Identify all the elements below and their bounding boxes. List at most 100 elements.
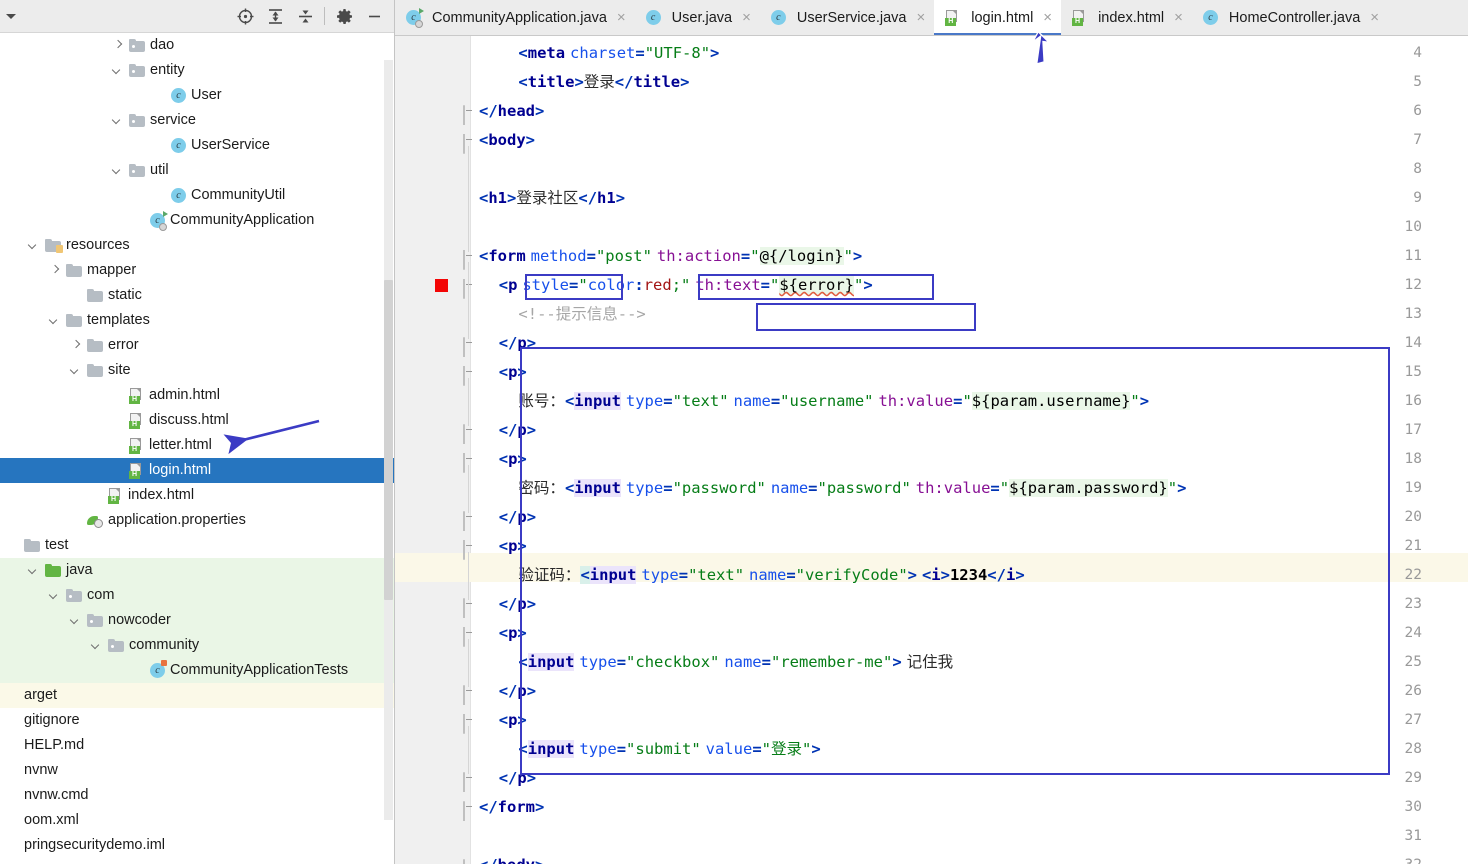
chevron-down-icon[interactable] — [92, 640, 103, 651]
tree-item-gitignore[interactable]: gitignore — [0, 708, 394, 733]
code-editor[interactable]: 4 5 6 7 8 9 10 11 12 13 14 15 16 17 18 19 20 21 22 23 24 25 26… — [395, 36, 1468, 864]
fold-toggle-icon[interactable] — [463, 366, 474, 386]
tree-item-site[interactable]: site — [0, 358, 394, 383]
project-tree[interactable]: dao entity c User service c UserService util c Co… — [0, 33, 394, 864]
tab-userservice-java[interactable]: c UserService.java × — [760, 0, 934, 35]
chevron-right-icon[interactable] — [71, 340, 82, 351]
fold-toggle-icon[interactable] — [463, 105, 474, 125]
tree-item-user[interactable]: c User — [0, 83, 394, 108]
code-line-23[interactable]: </p> — [479, 590, 1468, 619]
code-line-30[interactable]: </form> — [479, 793, 1468, 822]
tree-item-resources[interactable]: resources — [0, 233, 394, 258]
code-line-24[interactable]: <p> — [479, 619, 1468, 648]
tree-item-test[interactable]: test — [0, 533, 394, 558]
code-line-8[interactable] — [479, 155, 1468, 184]
sidebar-scrollbar-thumb[interactable] — [384, 280, 393, 600]
code-line-7[interactable]: <body> — [479, 126, 1468, 155]
locate-icon[interactable] — [230, 0, 260, 33]
code-line-9[interactable]: <h1>登录社区</h1> — [479, 184, 1468, 213]
tree-item-login-html[interactable]: Hlogin.html — [0, 458, 394, 483]
tree-item-community[interactable]: community — [0, 633, 394, 658]
tree-item-letter-html[interactable]: Hletter.html — [0, 433, 394, 458]
close-icon[interactable]: × — [742, 10, 751, 25]
tree-item-service[interactable]: service — [0, 108, 394, 133]
fold-toggle-icon[interactable] — [463, 627, 474, 647]
tree-item-communityapplication[interactable]: c CommunityApplication — [0, 208, 394, 233]
fold-toggle-icon[interactable] — [463, 424, 474, 444]
chevron-down-icon[interactable] — [113, 65, 124, 76]
chevron-right-icon[interactable] — [50, 265, 61, 276]
tree-item-com[interactable]: com — [0, 583, 394, 608]
code-line-28[interactable]: <input type="submit" value="登录"> — [479, 735, 1468, 764]
tree-item-static[interactable]: static — [0, 283, 394, 308]
code-line-15[interactable]: <p> — [479, 358, 1468, 387]
tree-item-communityutil[interactable]: c CommunityUtil — [0, 183, 394, 208]
code-line-4[interactable]: <meta charset="UTF-8"> — [479, 39, 1468, 68]
fold-toggle-icon[interactable] — [463, 685, 474, 705]
tree-item-mapper[interactable]: mapper — [0, 258, 394, 283]
chevron-down-icon[interactable] — [50, 590, 61, 601]
settings-gear-icon[interactable] — [329, 0, 359, 33]
code-line-12[interactable]: <p style="color:red;" th:text="${error}"… — [479, 271, 1468, 300]
code-line-20[interactable]: </p> — [479, 503, 1468, 532]
code-line-22[interactable]: 验证码：<input type="text" name="verifyCode"… — [479, 561, 1468, 590]
tree-item-templates[interactable]: templates — [0, 308, 394, 333]
tree-item-index-html[interactable]: Hindex.html — [0, 483, 394, 508]
close-icon[interactable]: × — [916, 10, 925, 25]
tree-item-entity[interactable]: entity — [0, 58, 394, 83]
tree-item-error[interactable]: error — [0, 333, 394, 358]
code-line-14[interactable]: </p> — [479, 329, 1468, 358]
tree-item-java[interactable]: java — [0, 558, 394, 583]
tree-item-nowcoder[interactable]: nowcoder — [0, 608, 394, 633]
editor-tab-bar[interactable]: c CommunityApplication.java × c User.java × c U… — [395, 0, 1468, 36]
tab-index-html[interactable]: Hindex.html × — [1061, 0, 1192, 35]
tree-item-application-properties[interactable]: application.properties — [0, 508, 394, 533]
code-line-6[interactable]: </head> — [479, 97, 1468, 126]
chevron-down-icon[interactable] — [29, 240, 40, 251]
chevron-down-icon[interactable] — [6, 13, 17, 19]
code-line-5[interactable]: <title>登录</title> — [479, 68, 1468, 97]
close-icon[interactable]: × — [1043, 10, 1052, 25]
close-icon[interactable]: × — [617, 10, 626, 25]
chevron-down-icon[interactable] — [113, 115, 124, 126]
tree-item-nvnw[interactable]: nvnw — [0, 758, 394, 783]
tab-login-html[interactable]: Hlogin.html × — [934, 0, 1062, 35]
code-line-10[interactable] — [479, 213, 1468, 242]
chevron-down-icon[interactable] — [71, 615, 82, 626]
tree-item-nvnw-cmd[interactable]: nvnw.cmd — [0, 783, 394, 808]
fold-toggle-icon[interactable] — [463, 801, 474, 821]
code-line-32[interactable]: </body> — [479, 851, 1468, 864]
tree-item-oom-xml[interactable]: oom.xml — [0, 808, 394, 833]
code-line-26[interactable]: </p> — [479, 677, 1468, 706]
fold-toggle-icon[interactable] — [463, 337, 474, 357]
fold-toggle-icon[interactable] — [463, 250, 474, 270]
close-icon[interactable]: × — [1174, 10, 1183, 25]
close-icon[interactable]: × — [1370, 10, 1379, 25]
code-line-19[interactable]: 密码：<input type="password" name="password… — [479, 474, 1468, 503]
tree-item-discuss-html[interactable]: Hdiscuss.html — [0, 408, 394, 433]
code-line-25[interactable]: <input type="checkbox" name="remember-me… — [479, 648, 1468, 677]
tree-item-dao[interactable]: dao — [0, 33, 394, 58]
chevron-down-icon[interactable] — [50, 315, 61, 326]
tab-communityapplication-java[interactable]: c CommunityApplication.java × — [395, 0, 635, 35]
tab-user-java[interactable]: c User.java × — [635, 0, 760, 35]
fold-toggle-icon[interactable] — [463, 714, 474, 734]
code-line-11[interactable]: <form method="post" th:action="@{/login}… — [479, 242, 1468, 271]
fold-toggle-icon[interactable] — [463, 598, 474, 618]
tree-item-arget[interactable]: arget — [0, 683, 394, 708]
chevron-down-icon[interactable] — [71, 365, 82, 376]
code-line-18[interactable]: <p> — [479, 445, 1468, 474]
code-line-17[interactable]: </p> — [479, 416, 1468, 445]
tree-item-help-md[interactable]: HELP.md — [0, 733, 394, 758]
fold-toggle-icon[interactable] — [463, 772, 474, 792]
code-line-16[interactable]: 账号：<input type="text" name="username" th… — [479, 387, 1468, 416]
fold-toggle-icon[interactable] — [463, 859, 474, 864]
fold-toggle-icon[interactable] — [463, 134, 474, 154]
minimize-icon[interactable] — [359, 0, 389, 33]
tree-item-admin-html[interactable]: Hadmin.html — [0, 383, 394, 408]
tree-item-pringsecuritydemo-iml[interactable]: pringsecuritydemo.iml — [0, 833, 394, 858]
code-line-29[interactable]: </p> — [479, 764, 1468, 793]
code-line-27[interactable]: <p> — [479, 706, 1468, 735]
expand-all-icon[interactable] — [260, 0, 290, 33]
tree-item-util[interactable]: util — [0, 158, 394, 183]
